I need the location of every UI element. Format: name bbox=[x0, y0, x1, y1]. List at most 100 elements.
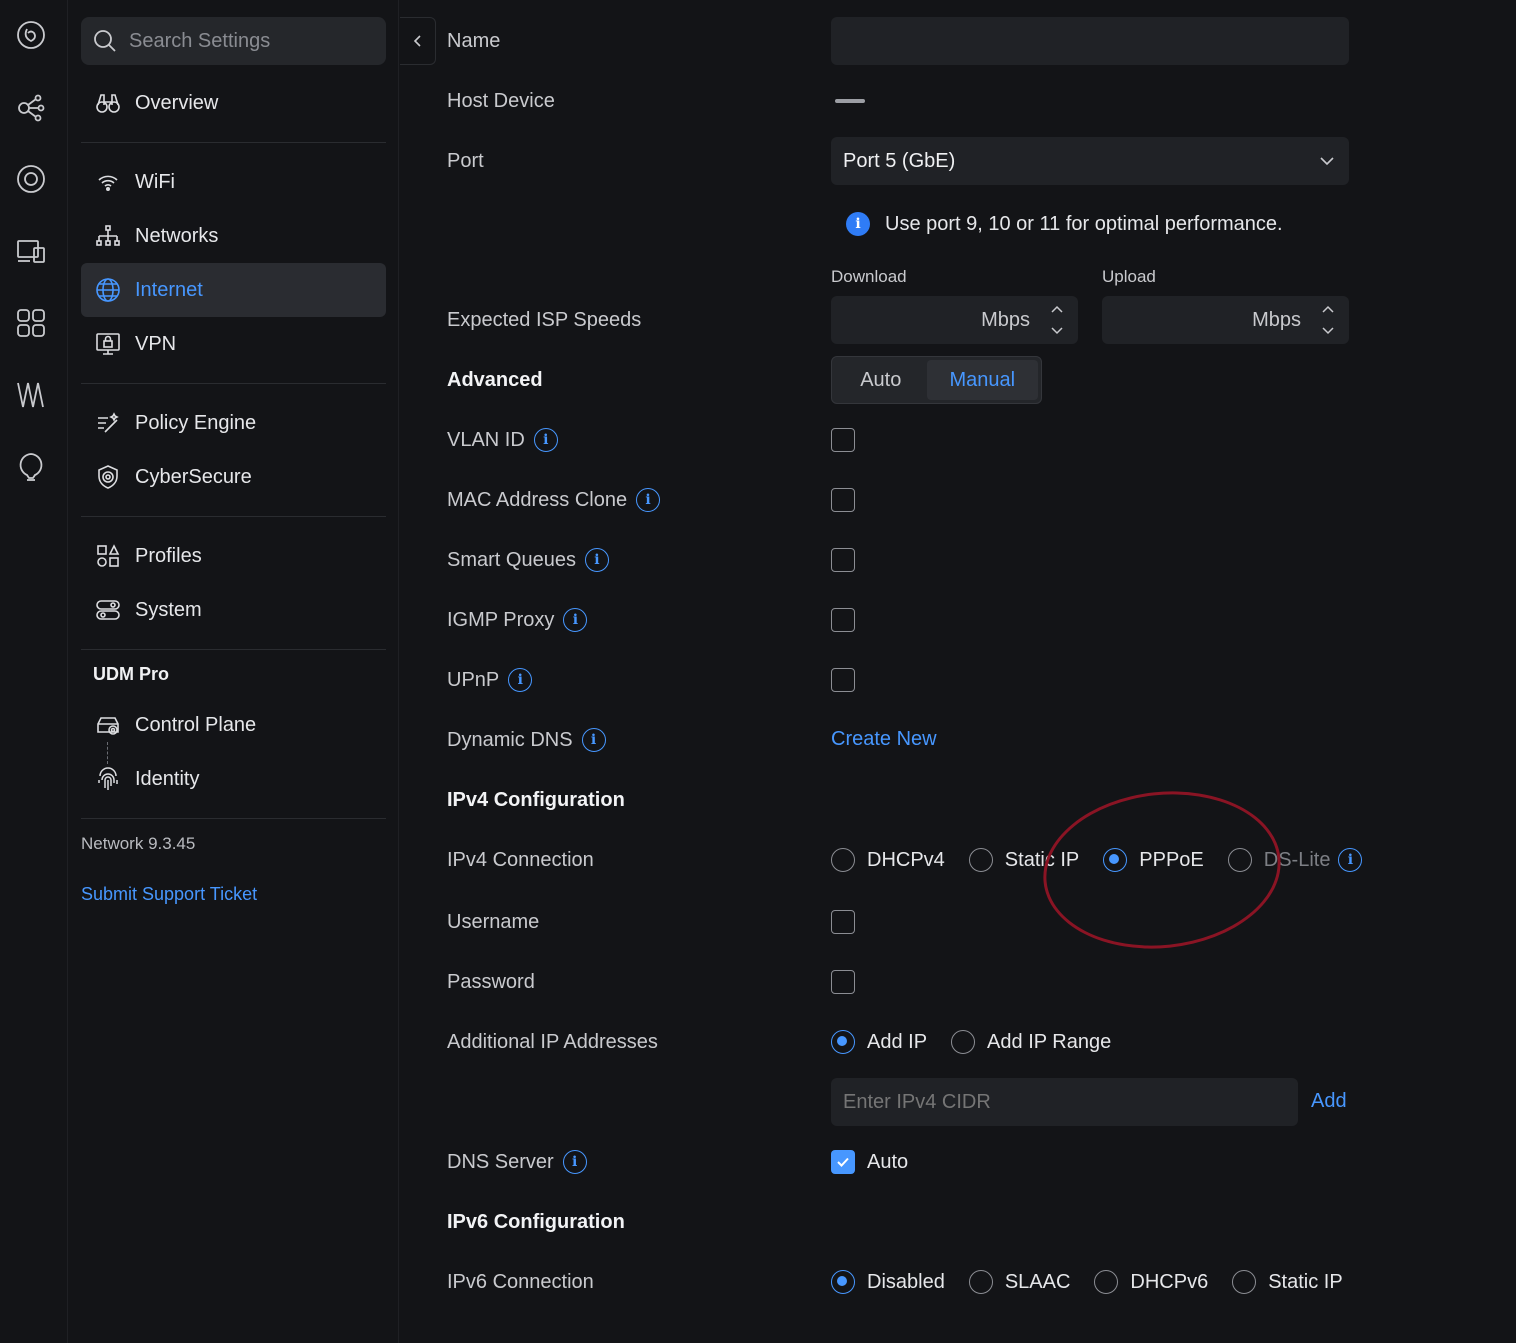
radio-dot bbox=[831, 848, 855, 872]
unifi-logo-icon[interactable] bbox=[14, 18, 48, 52]
ipv4-config-heading: IPv4 Configuration bbox=[447, 788, 625, 811]
divider bbox=[81, 818, 386, 819]
sidebar-item-vpn[interactable]: VPN bbox=[81, 317, 386, 371]
device-title: UDM Pro bbox=[93, 664, 169, 684]
divider bbox=[81, 383, 386, 384]
radio-label: SLAAC bbox=[1004, 1270, 1071, 1293]
port-select-value: Port 5 (GbE) bbox=[843, 149, 956, 172]
sidebar-item-profiles[interactable]: Profiles bbox=[81, 529, 386, 583]
radio-dot bbox=[968, 1270, 993, 1294]
sidebar-item-label: Internet bbox=[135, 278, 203, 301]
ipv6-connection-label: IPv6 Connection bbox=[447, 1270, 594, 1293]
toggles-icon bbox=[96, 600, 120, 620]
upload-speed-input[interactable]: Mbps bbox=[1102, 296, 1349, 344]
clients-icon[interactable] bbox=[14, 306, 48, 340]
sidebar-item-label: Networks bbox=[135, 224, 219, 247]
upload-label: Upload bbox=[1102, 267, 1156, 286]
divider bbox=[81, 649, 386, 650]
info-icon[interactable]: i bbox=[584, 548, 609, 572]
sidebar-item-networks[interactable]: Networks bbox=[81, 209, 386, 263]
ipv4-connection-label: IPv4 Connection bbox=[447, 848, 594, 871]
divider bbox=[81, 516, 386, 517]
radio-dot bbox=[1232, 1270, 1257, 1294]
username-checkbox[interactable] bbox=[831, 910, 855, 934]
control-plane-icon bbox=[97, 717, 119, 735]
name-input[interactable] bbox=[831, 17, 1349, 65]
topology-icon[interactable] bbox=[14, 90, 48, 124]
mac-clone-checkbox[interactable] bbox=[831, 488, 855, 512]
name-label: Name bbox=[447, 29, 501, 52]
submit-support-ticket-link[interactable]: Submit Support Ticket bbox=[81, 884, 257, 905]
radio-ipv6-static-ip[interactable]: Static IP bbox=[1232, 1270, 1343, 1294]
radio-add-ip[interactable]: Add IP bbox=[831, 1030, 927, 1054]
sidebar-item-system[interactable]: System bbox=[81, 583, 386, 637]
sidebar-item-internet[interactable]: Internet bbox=[81, 263, 386, 317]
radio-dot bbox=[951, 1030, 976, 1054]
create-new-ddns-link[interactable]: Create New bbox=[831, 728, 937, 751]
sidebar-item-identity[interactable]: Identity bbox=[81, 752, 386, 806]
info-icon[interactable]: i bbox=[562, 1150, 587, 1174]
alerts-icon[interactable] bbox=[14, 450, 48, 484]
vlan-id-checkbox[interactable] bbox=[831, 428, 855, 452]
sidebar-item-cybersecure[interactable]: CyberSecure bbox=[81, 450, 386, 504]
devices-icon[interactable] bbox=[14, 234, 48, 268]
download-speed-input[interactable]: Mbps bbox=[831, 296, 1078, 344]
info-icon[interactable]: i bbox=[563, 608, 588, 632]
password-checkbox[interactable] bbox=[831, 970, 855, 994]
radio-dhcpv4[interactable]: DHCPv4 bbox=[831, 848, 945, 872]
radio-label: Add IP bbox=[867, 1030, 928, 1053]
info-icon[interactable]: i bbox=[508, 668, 533, 692]
radio-dot bbox=[1094, 1270, 1119, 1294]
additional-ip-radio-group: Add IP Add IP Range bbox=[831, 1030, 1135, 1054]
radio-slaac[interactable]: SLAAC bbox=[968, 1270, 1071, 1294]
binoculars-icon bbox=[96, 94, 120, 113]
icon-rail bbox=[0, 0, 68, 1343]
profiles-shapes-icon bbox=[97, 544, 120, 567]
radio-label: Add IP Range bbox=[987, 1030, 1112, 1053]
dns-server-label: DNS Server i bbox=[447, 1147, 587, 1177]
vpn-monitor-icon bbox=[96, 333, 120, 355]
port-select[interactable]: Port 5 (GbE) bbox=[831, 137, 1349, 185]
dynamic-dns-label: Dynamic DNS i bbox=[447, 725, 606, 755]
upnp-checkbox[interactable] bbox=[831, 668, 855, 692]
sidebar-item-control-plane[interactable]: Control Plane bbox=[81, 698, 386, 752]
checkmark-icon bbox=[831, 1150, 855, 1174]
stepper-icon[interactable] bbox=[1321, 302, 1335, 338]
info-icon[interactable]: i bbox=[636, 488, 661, 512]
search-icon bbox=[94, 30, 116, 52]
igmp-proxy-checkbox[interactable] bbox=[831, 608, 855, 632]
insights-icon[interactable] bbox=[14, 378, 48, 412]
manual-segment[interactable]: Manual bbox=[926, 360, 1038, 400]
search-box[interactable] bbox=[81, 17, 386, 65]
mac-clone-label: MAC Address Clone i bbox=[447, 485, 661, 515]
sidebar-item-overview[interactable]: Overview bbox=[81, 76, 386, 130]
target-icon[interactable] bbox=[14, 162, 48, 196]
smart-queues-label: Smart Queues i bbox=[447, 545, 609, 575]
radio-label: Static IP bbox=[1268, 1270, 1343, 1293]
radio-ipv6-disabled[interactable]: Disabled bbox=[831, 1270, 945, 1294]
info-icon[interactable]: i bbox=[533, 428, 558, 452]
sidebar-item-wifi[interactable]: WiFi bbox=[81, 155, 386, 209]
radio-add-ip-range[interactable]: Add IP Range bbox=[951, 1030, 1111, 1054]
additional-ip-label: Additional IP Addresses bbox=[447, 1030, 658, 1053]
collapse-sidebar-button[interactable] bbox=[400, 17, 436, 65]
ipv4-cidr-input[interactable] bbox=[831, 1078, 1298, 1126]
wifi-icon bbox=[98, 175, 118, 191]
add-cidr-button[interactable]: Add bbox=[1311, 1090, 1347, 1113]
smart-queues-checkbox[interactable] bbox=[831, 548, 855, 572]
radio-label: DHCPv4 bbox=[867, 848, 945, 871]
stepper-icon[interactable] bbox=[1050, 302, 1064, 338]
vlan-id-label: VLAN ID i bbox=[447, 425, 558, 455]
igmp-proxy-label: IGMP Proxy i bbox=[447, 605, 588, 635]
radio-dhcpv6[interactable]: DHCPv6 bbox=[1094, 1270, 1208, 1294]
sidebar-item-label: Identity bbox=[135, 767, 200, 790]
radio-dot-selected bbox=[831, 1030, 855, 1054]
sidebar-item-label: VPN bbox=[135, 332, 177, 355]
ipv6-connection-radio-group: Disabled SLAAC DHCPv6 Static IP bbox=[831, 1270, 1367, 1294]
auto-segment[interactable]: Auto bbox=[835, 360, 927, 400]
search-input[interactable] bbox=[129, 29, 369, 53]
info-icon[interactable]: i bbox=[581, 728, 606, 752]
info-icon[interactable]: i bbox=[1338, 848, 1363, 872]
sidebar-item-policy-engine[interactable]: Policy Engine bbox=[81, 396, 386, 450]
dns-auto-checkbox[interactable]: Auto bbox=[831, 1150, 908, 1174]
